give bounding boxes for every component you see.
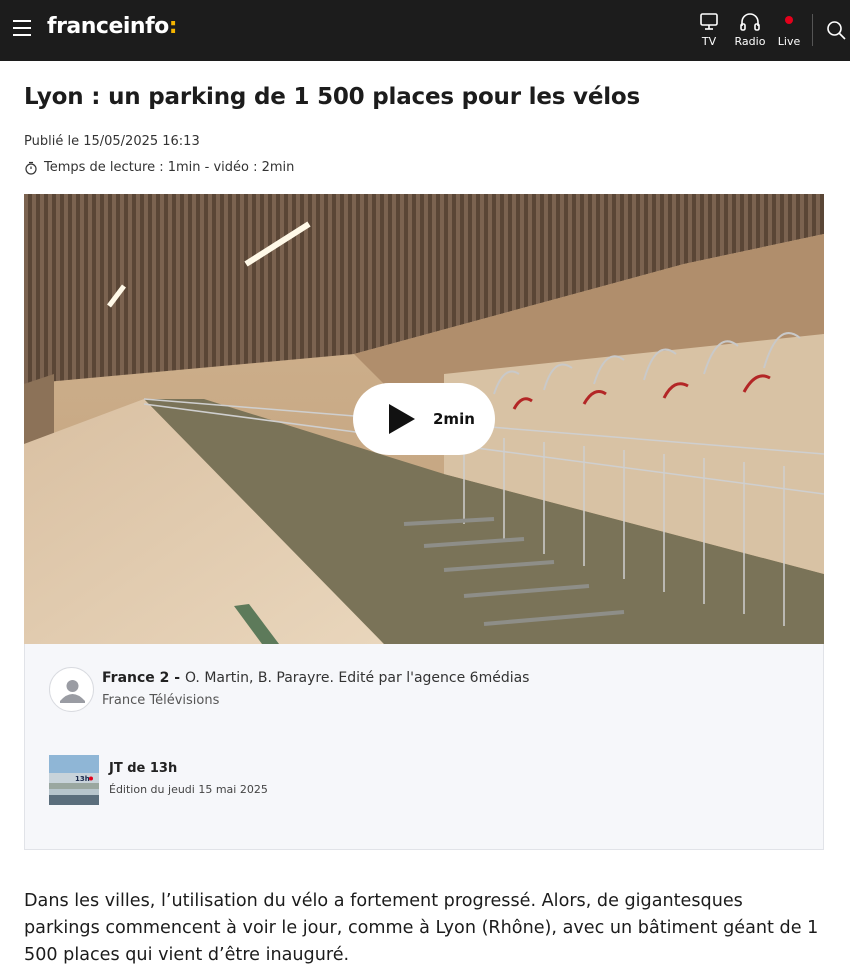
author-names: O. Martin, B. Parayre. Edité par l'agenc… (184, 670, 530, 686)
play-button[interactable]: 2min (353, 383, 495, 455)
nav-live-label: Live (777, 35, 801, 48)
header-divider (812, 14, 813, 46)
user-icon (60, 680, 85, 703)
reading-time-text: Temps de lecture : 1min - vidéo : 2min (44, 160, 295, 175)
play-icon (389, 404, 415, 434)
publication-date: Publié le 15/05/2025 16:13 (24, 134, 200, 149)
logo-text: franceinfo (47, 14, 169, 39)
live-dot-icon (785, 16, 793, 24)
logo-colon: : (168, 14, 178, 39)
nav-radio-link[interactable]: Radio (732, 12, 768, 48)
top-navigation-bar: franceinfo: TV Radio Live (0, 0, 850, 61)
author-channel: France 2 (102, 670, 170, 686)
show-thumbnail-image: 13h (49, 755, 99, 805)
article-paragraph: Dans les villes, l’utilisation du vélo a… (24, 891, 819, 965)
show-thumbnail[interactable]: 13h (49, 755, 99, 805)
stopwatch-icon (25, 161, 37, 175)
search-icon[interactable] (826, 20, 846, 40)
author-line: France 2 - O. Martin, B. Parayre. Edité … (102, 670, 529, 686)
author-separator: - (169, 670, 185, 686)
show-thumbnail-label: 13h (75, 775, 90, 783)
video-credits-panel: France 2 - O. Martin, B. Parayre. Edité … (24, 644, 824, 850)
author-avatar (49, 667, 94, 712)
nav-tv-link[interactable]: TV (698, 12, 720, 48)
nav-live-link[interactable]: Live (776, 12, 802, 48)
author-organization: France Télévisions (102, 693, 220, 708)
video-player[interactable]: 2min (24, 194, 824, 644)
article-title: Lyon : un parking de 1 500 places pour l… (24, 84, 641, 110)
franceinfo-logo[interactable]: franceinfo: (47, 14, 178, 39)
headphones-icon (740, 13, 760, 31)
show-edition: Édition du jeudi 15 mai 2025 (109, 783, 268, 796)
reading-time: Temps de lecture : 1min - vidéo : 2min (24, 160, 294, 175)
hamburger-menu-icon[interactable] (13, 20, 35, 40)
video-duration: 2min (433, 410, 475, 428)
nav-tv-label: TV (701, 35, 717, 48)
tv-icon (700, 13, 718, 30)
nav-radio-label: Radio (734, 35, 766, 48)
show-name-link[interactable]: JT de 13h (109, 761, 177, 776)
